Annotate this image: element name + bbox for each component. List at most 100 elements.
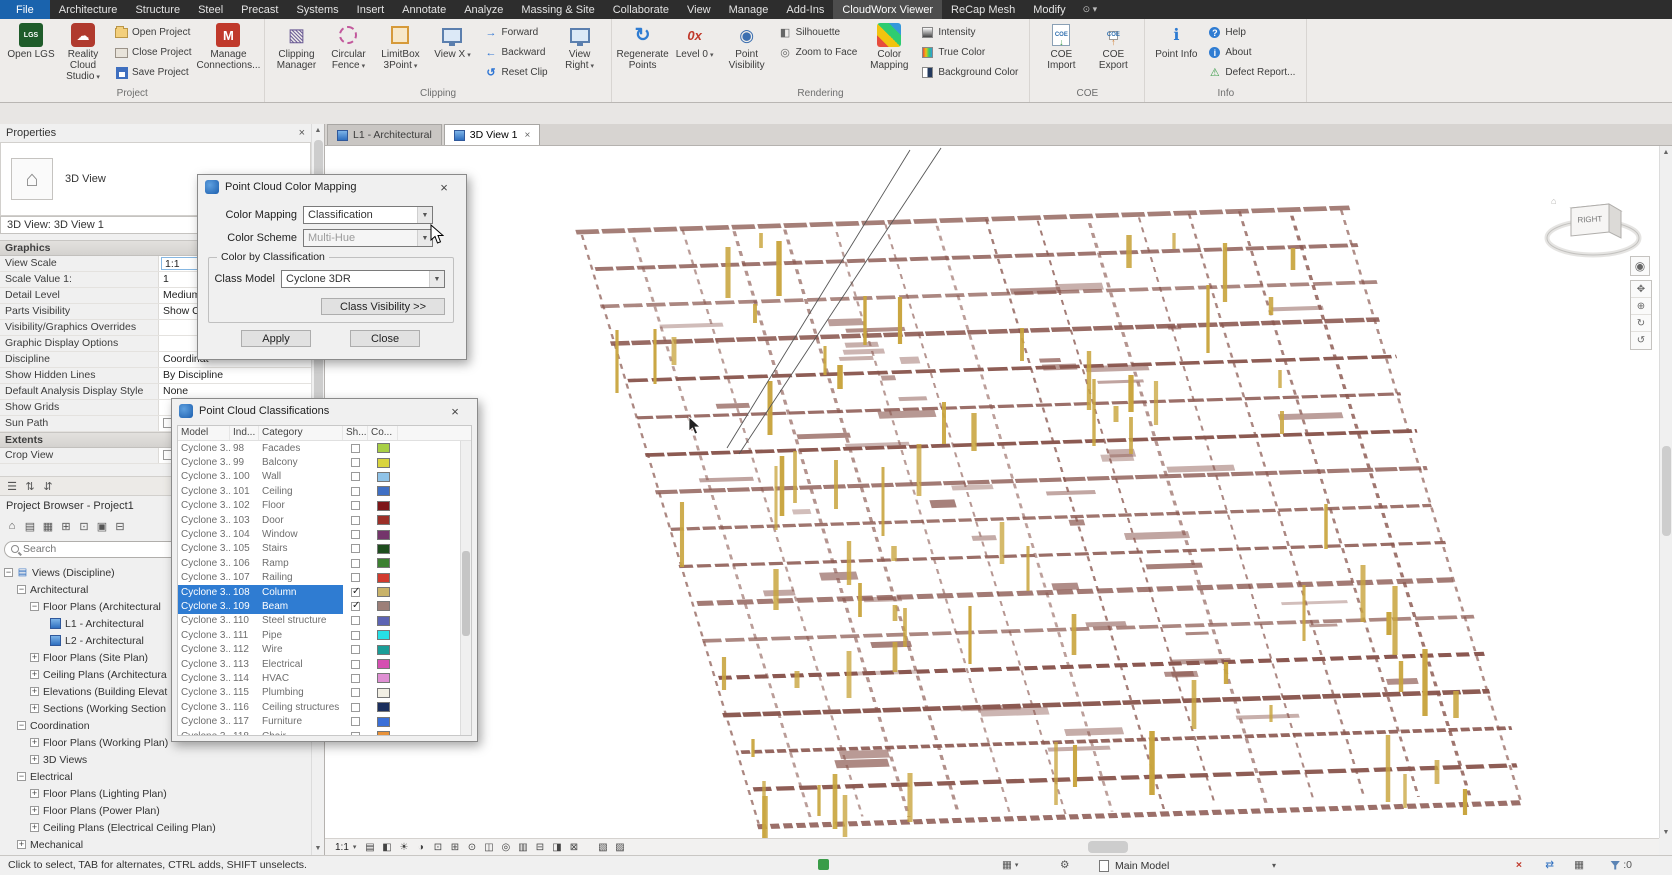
about-button[interactable]: About xyxy=(1204,43,1299,62)
file-menu-button[interactable]: File xyxy=(0,0,50,19)
classification-row-selected[interactable]: Cyclone 3...109Beam xyxy=(178,599,471,613)
visual-style-icon[interactable]: ◧ xyxy=(379,840,394,854)
menu-tab-steel[interactable]: Steel xyxy=(189,0,232,19)
color-swatch[interactable] xyxy=(377,573,390,583)
exclude-options-icon[interactable]: × xyxy=(1516,859,1522,871)
horizontal-scrollbar[interactable] xyxy=(633,839,1659,855)
color-mapping-select[interactable]: Classification▼ xyxy=(303,206,433,224)
tree-item-floor-plans-lighting[interactable]: Floor Plans (Lighting Plan) xyxy=(0,785,311,802)
color-swatch[interactable] xyxy=(377,688,390,698)
vertical-scrollbar[interactable]: ▲ ▼ xyxy=(1659,146,1672,838)
settings-icon[interactable]: ⚙ xyxy=(1060,859,1069,871)
shadows-icon[interactable]: ◑ xyxy=(413,840,428,854)
menu-tab-precast[interactable]: Precast xyxy=(232,0,287,19)
classification-row[interactable]: Cyclone 3...104Window xyxy=(178,527,471,541)
column-header-color[interactable]: Co... xyxy=(368,426,398,440)
coe-export-button[interactable]: COE Export xyxy=(1087,21,1139,87)
worksets-icon[interactable]: ▦ ▾ xyxy=(1002,859,1018,871)
color-swatch[interactable] xyxy=(377,530,390,540)
tab-3d-view-1[interactable]: 3D View 1× xyxy=(444,124,541,145)
rewind-icon[interactable]: ↺ xyxy=(1631,332,1651,349)
color-swatch[interactable] xyxy=(377,717,390,727)
expand-icon[interactable] xyxy=(30,823,39,832)
collapse-icon[interactable] xyxy=(17,585,26,594)
menu-tab-cloudworx-viewer[interactable]: CloudWorx Viewer xyxy=(833,0,942,19)
menu-tab-manage[interactable]: Manage xyxy=(720,0,778,19)
scale-button[interactable]: 1:1▾ xyxy=(331,842,360,853)
menu-tab-addins[interactable]: Add-Ins xyxy=(777,0,833,19)
close-dialog-icon[interactable]: × xyxy=(440,401,470,421)
scrollbar-thumb[interactable] xyxy=(1662,446,1671,536)
collapse-icon[interactable] xyxy=(30,602,39,611)
menu-tab-collaborate[interactable]: Collaborate xyxy=(604,0,678,19)
expand-icon[interactable] xyxy=(30,755,39,764)
show-checkbox[interactable] xyxy=(351,616,360,625)
expand-icon[interactable] xyxy=(30,687,39,696)
color-swatch[interactable] xyxy=(377,601,390,611)
classification-row[interactable]: Cyclone 3...99Balcony xyxy=(178,455,471,469)
silhouette-button[interactable]: Silhouette xyxy=(775,23,862,42)
show-checkbox[interactable] xyxy=(351,458,360,467)
show-checkbox[interactable] xyxy=(351,703,360,712)
tree-item-3d-views[interactable]: 3D Views xyxy=(0,751,311,768)
color-swatch[interactable] xyxy=(377,515,390,525)
background-color-button[interactable]: Background Color xyxy=(917,63,1022,82)
show-checkbox[interactable] xyxy=(351,444,360,453)
show-checkbox[interactable] xyxy=(351,732,360,737)
collapse-icon[interactable] xyxy=(17,772,26,781)
color-swatch[interactable] xyxy=(377,458,390,468)
ribbon-options-icon[interactable]: ⊙ ▾ xyxy=(1075,0,1106,19)
color-swatch[interactable] xyxy=(377,486,390,496)
column-header-index[interactable]: Ind... xyxy=(230,426,259,440)
steering-wheel-icon[interactable]: ◉ xyxy=(1630,256,1650,276)
menu-tab-systems[interactable]: Systems xyxy=(287,0,347,19)
show-checkbox[interactable] xyxy=(351,717,360,726)
pan-icon[interactable]: ✥ xyxy=(1631,281,1651,298)
classification-row[interactable]: Cyclone 3...98Facades xyxy=(178,441,471,455)
list-view-icon[interactable]: ☰ xyxy=(4,478,20,494)
zoom-to-face-button[interactable]: Zoom to Face xyxy=(775,43,862,62)
close-dialog-icon[interactable]: × xyxy=(429,177,459,197)
show-crop-region-icon[interactable]: ⊞ xyxy=(447,840,462,854)
true-color-button[interactable]: True Color xyxy=(917,43,1022,62)
crop-view-icon[interactable]: ⊡ xyxy=(430,840,445,854)
clipping-manager-button[interactable]: Clipping Manager xyxy=(270,21,322,87)
classification-row-selected[interactable]: Cyclone 3...108Column xyxy=(178,585,471,599)
menu-tab-massing-site[interactable]: Massing & Site xyxy=(512,0,603,19)
view-right-button[interactable]: View Right▾ xyxy=(554,21,606,87)
class-visibility-button[interactable]: Class Visibility >> xyxy=(321,298,445,315)
scrollbar-thumb[interactable] xyxy=(462,551,470,636)
classification-row[interactable]: Cyclone 3...116Ceiling structures xyxy=(178,700,471,714)
sort-descending-icon[interactable]: ⇵ xyxy=(40,478,56,494)
lock-view-icon[interactable]: ⊙ xyxy=(464,840,479,854)
class-model-select[interactable]: Cyclone 3DR▼ xyxy=(281,270,445,288)
isolate-points-icon[interactable]: ▧ xyxy=(595,840,610,854)
limitbox-3point-button[interactable]: LimitBox 3Point▾ xyxy=(374,21,426,87)
show-checkbox[interactable] xyxy=(351,530,360,539)
open-project-button[interactable]: Open Project xyxy=(111,23,195,42)
expand-icon[interactable] xyxy=(30,738,39,747)
menu-tab-recap-mesh[interactable]: ReCap Mesh xyxy=(942,0,1024,19)
tree-item-ceiling-plans-electrical[interactable]: Ceiling Plans (Electrical Ceiling Plan) xyxy=(0,819,311,836)
classification-row[interactable]: Cyclone 3...107Railing xyxy=(178,571,471,585)
reveal-hidden-elements-icon[interactable]: ◎ xyxy=(498,840,513,854)
reality-cloud-studio-button[interactable]: Reality Cloud Studio▾ xyxy=(57,21,109,87)
add-in-status-icon[interactable] xyxy=(818,859,829,870)
menu-tab-annotate[interactable]: Annotate xyxy=(393,0,455,19)
point-info-button[interactable]: Point Info xyxy=(1150,21,1202,87)
classification-row[interactable]: Cyclone 3...117Furniture xyxy=(178,714,471,728)
tree-item-floor-plans-power[interactable]: Floor Plans (Power Plan) xyxy=(0,802,311,819)
show-checkbox[interactable] xyxy=(351,660,360,669)
show-checkbox[interactable] xyxy=(351,602,360,611)
show-checkbox[interactable] xyxy=(351,472,360,481)
classification-row[interactable]: Cyclone 3...105Stairs xyxy=(178,542,471,556)
menu-tab-architecture[interactable]: Architecture xyxy=(50,0,127,19)
sheets-icon[interactable]: ▦ xyxy=(40,518,56,534)
home-icon[interactable]: ⌂ xyxy=(4,518,20,534)
constraints-icon[interactable]: ⊠ xyxy=(566,840,581,854)
column-header-show[interactable]: Sh... xyxy=(343,426,368,440)
expand-icon[interactable] xyxy=(30,653,39,662)
help-button[interactable]: Help xyxy=(1204,23,1299,42)
3d-viewport[interactable]: RIGHT ⌂ ◉ ✥ ⊕ ↻ ↺ xyxy=(325,146,1659,838)
show-checkbox[interactable] xyxy=(351,674,360,683)
